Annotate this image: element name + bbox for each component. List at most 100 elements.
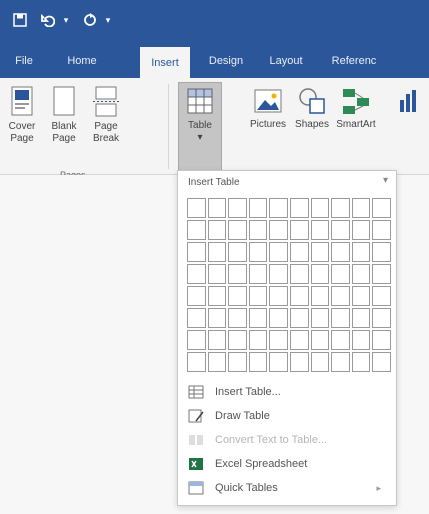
table-grid-cell[interactable] xyxy=(310,286,330,306)
table-grid-cell[interactable] xyxy=(310,264,330,284)
table-grid-cell[interactable] xyxy=(351,264,371,284)
table-grid-cell[interactable] xyxy=(310,242,330,262)
table-grid-cell[interactable] xyxy=(351,308,371,328)
table-grid-cell[interactable] xyxy=(269,198,288,218)
table-grid-cell[interactable] xyxy=(290,264,309,284)
table-grid-cell[interactable] xyxy=(372,286,391,306)
table-grid-cell[interactable] xyxy=(290,286,309,306)
table-grid-cell[interactable] xyxy=(290,198,309,218)
table-grid-cell[interactable] xyxy=(372,242,391,262)
table-grid-cell[interactable] xyxy=(187,220,206,240)
table-grid-cell[interactable] xyxy=(290,352,309,372)
table-grid-cell[interactable] xyxy=(269,308,288,328)
table-grid-cell[interactable] xyxy=(310,220,330,240)
table-grid-cell[interactable] xyxy=(248,220,268,240)
undo-icon[interactable] xyxy=(38,10,58,30)
table-grid-cell[interactable] xyxy=(351,286,371,306)
table-grid-cell[interactable] xyxy=(187,330,206,350)
table-grid-cell[interactable] xyxy=(248,286,268,306)
table-grid-cell[interactable] xyxy=(269,220,288,240)
table-grid-cell[interactable] xyxy=(310,308,330,328)
table-grid-cell[interactable] xyxy=(372,308,391,328)
table-grid-cell[interactable] xyxy=(228,330,247,350)
table-grid-cell[interactable] xyxy=(351,242,371,262)
table-grid-cell[interactable] xyxy=(228,242,247,262)
table-grid-cell[interactable] xyxy=(207,352,227,372)
table-grid-cell[interactable] xyxy=(207,242,227,262)
table-grid-cell[interactable] xyxy=(331,330,350,350)
table-grid-cell[interactable] xyxy=(207,264,227,284)
table-grid-cell[interactable] xyxy=(351,220,371,240)
table-size-grid[interactable] xyxy=(187,198,391,372)
tab-layout[interactable]: Layout xyxy=(266,50,306,72)
tab-insert[interactable]: Insert xyxy=(140,47,190,78)
table-grid-cell[interactable] xyxy=(331,352,350,372)
table-grid-cell[interactable] xyxy=(248,308,268,328)
insert-table-item[interactable]: Insert Table... xyxy=(187,381,387,403)
table-grid-cell[interactable] xyxy=(207,220,227,240)
chart-button[interactable] xyxy=(392,86,422,119)
quick-tables-item[interactable]: Quick Tables ▸ xyxy=(187,477,387,499)
table-grid-cell[interactable] xyxy=(351,352,371,372)
table-grid-cell[interactable] xyxy=(248,242,268,262)
table-grid-cell[interactable] xyxy=(248,198,268,218)
table-grid-cell[interactable] xyxy=(269,286,288,306)
table-grid-cell[interactable] xyxy=(207,286,227,306)
table-grid-cell[interactable] xyxy=(351,330,371,350)
table-grid-cell[interactable] xyxy=(290,242,309,262)
table-grid-cell[interactable] xyxy=(290,330,309,350)
table-grid-cell[interactable] xyxy=(248,264,268,284)
table-grid-cell[interactable] xyxy=(228,264,247,284)
table-grid-cell[interactable] xyxy=(372,198,391,218)
table-grid-cell[interactable] xyxy=(290,308,309,328)
table-grid-cell[interactable] xyxy=(310,198,330,218)
tab-design[interactable]: Design xyxy=(205,50,247,72)
table-grid-cell[interactable] xyxy=(187,308,206,328)
table-grid-cell[interactable] xyxy=(269,264,288,284)
table-grid-cell[interactable] xyxy=(248,330,268,350)
table-grid-cell[interactable] xyxy=(207,330,227,350)
table-grid-cell[interactable] xyxy=(228,220,247,240)
table-grid-cell[interactable] xyxy=(228,286,247,306)
table-grid-cell[interactable] xyxy=(269,242,288,262)
table-grid-cell[interactable] xyxy=(228,352,247,372)
table-grid-cell[interactable] xyxy=(228,198,247,218)
table-grid-cell[interactable] xyxy=(187,286,206,306)
table-grid-cell[interactable] xyxy=(228,308,247,328)
cover-page-button[interactable]: Cover Page xyxy=(2,86,42,145)
table-grid-cell[interactable] xyxy=(372,330,391,350)
table-grid-cell[interactable] xyxy=(331,220,350,240)
table-grid-cell[interactable] xyxy=(331,286,350,306)
table-grid-cell[interactable] xyxy=(187,352,206,372)
table-grid-cell[interactable] xyxy=(331,264,350,284)
table-grid-cell[interactable] xyxy=(187,198,206,218)
draw-table-item[interactable]: Draw Table xyxy=(187,405,387,427)
table-grid-cell[interactable] xyxy=(290,220,309,240)
tab-references[interactable]: Referenc xyxy=(324,50,384,72)
table-grid-cell[interactable] xyxy=(331,308,350,328)
shapes-button[interactable]: Shapes xyxy=(292,86,332,131)
table-grid-cell[interactable] xyxy=(372,352,391,372)
table-grid-cell[interactable] xyxy=(331,198,350,218)
table-grid-cell[interactable] xyxy=(248,352,268,372)
table-grid-cell[interactable] xyxy=(372,220,391,240)
table-grid-cell[interactable] xyxy=(207,198,227,218)
undo-dropdown-icon[interactable]: ▾ xyxy=(62,10,70,30)
save-icon[interactable] xyxy=(10,10,30,30)
excel-spreadsheet-item[interactable]: Excel Spreadsheet xyxy=(187,453,387,475)
table-grid-cell[interactable] xyxy=(310,330,330,350)
tab-home[interactable]: Home xyxy=(62,50,102,72)
table-grid-cell[interactable] xyxy=(207,308,227,328)
table-grid-cell[interactable] xyxy=(372,264,391,284)
redo-icon[interactable] xyxy=(80,10,100,30)
table-grid-cell[interactable] xyxy=(269,352,288,372)
customize-qat-icon[interactable]: ▾ xyxy=(104,10,112,30)
table-button[interactable]: Table ▾ xyxy=(178,82,222,176)
smartart-button[interactable]: SmartArt xyxy=(336,86,376,131)
page-break-button[interactable]: Page Break xyxy=(86,86,126,145)
table-grid-cell[interactable] xyxy=(269,330,288,350)
table-grid-cell[interactable] xyxy=(187,242,206,262)
blank-page-button[interactable]: Blank Page xyxy=(44,86,84,145)
table-grid-cell[interactable] xyxy=(310,352,330,372)
table-grid-cell[interactable] xyxy=(187,264,206,284)
